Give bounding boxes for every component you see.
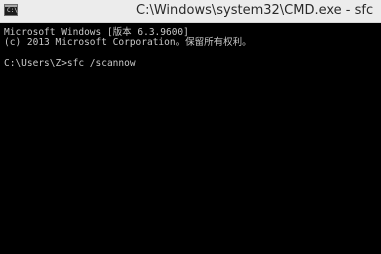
window-title: C:\Windows\system32\CMD.exe - sfc [136, 3, 374, 18]
cmd-icon-prompt: C:\ [7, 7, 18, 14]
title-bar[interactable]: C:\ C:\Windows\system32\CMD.exe - sfc [0, 0, 381, 23]
console-line-copyright: (c) 2013 Microsoft Corporation。保留所有权利。 [4, 37, 252, 48]
console-line-command: C:\Users\Z>sfc /scannow [4, 58, 136, 69]
cmd-icon[interactable]: C:\ [4, 4, 18, 16]
console-output[interactable]: Microsoft Windows [版本 6.3.9600] (c) 2013… [0, 23, 381, 254]
cmd-window: C:\ C:\Windows\system32\CMD.exe - sfc Mi… [0, 0, 381, 254]
